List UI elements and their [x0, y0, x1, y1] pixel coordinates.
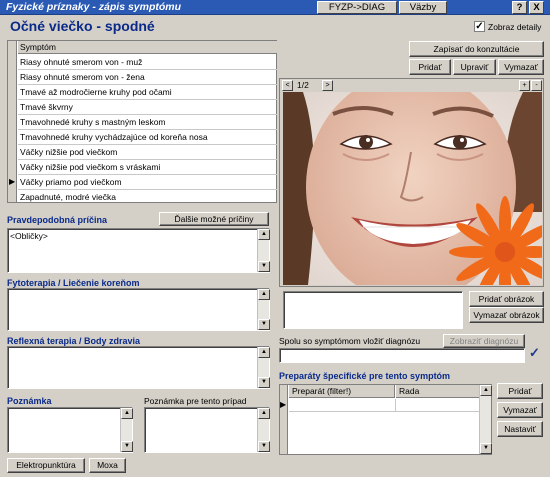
table-row[interactable]: Tmavohnedé kruhy vychádzajúce od koreňa …	[18, 130, 277, 145]
show-diagnosis-button[interactable]: Zobraziť diagnózu	[443, 334, 525, 348]
reflex-therapy-field[interactable]: ▲ ▼	[7, 346, 270, 389]
column-divider	[395, 399, 396, 412]
row-pointer-icon: ▶	[9, 177, 16, 186]
scroll-up-icon[interactable]: ▲	[121, 408, 133, 419]
write-to-consultation-button[interactable]: Zapísať do konzultácie	[409, 41, 544, 57]
zoom-out-button[interactable]: -	[531, 80, 542, 91]
window-title: Fyzické príznaky - zápis symptómu	[6, 1, 182, 13]
note-field[interactable]: ▲ ▼	[7, 407, 133, 453]
scroll-down-icon[interactable]: ▼	[258, 319, 270, 330]
scrollbar[interactable]: ▲ ▼	[257, 289, 270, 330]
elektropunktura-button[interactable]: Elektropunktúra	[7, 458, 85, 473]
table-row[interactable]: Váčky nižšie pod viečkom	[18, 145, 277, 160]
table-row[interactable]: Riasy ohnuté smerom von - žena	[18, 70, 277, 85]
preparat-column-header[interactable]: Preparát (filter!)	[289, 385, 395, 398]
probable-cause-field[interactable]: <Obličky> ▲ ▼	[7, 228, 270, 273]
table-row[interactable]	[289, 399, 479, 412]
more-causes-button[interactable]: Ďalšie možné príčiny	[159, 212, 269, 226]
scroll-up-icon[interactable]: ▲	[480, 385, 492, 396]
diagnosis-field[interactable]	[279, 348, 525, 363]
add-preparation-button[interactable]: Pridať	[497, 383, 543, 399]
case-note-field[interactable]: ▲ ▼	[144, 407, 270, 453]
table-row[interactable]: Zapadnuté, modré viečka	[18, 190, 277, 205]
table-row[interactable]: Tmavohnedé kruhy s mastným leskom	[18, 115, 277, 130]
edit-button[interactable]: Upraviť	[453, 59, 496, 75]
scroll-up-icon[interactable]: ▲	[258, 347, 270, 358]
scrollbar[interactable]: ▲ ▼	[257, 408, 270, 452]
scroll-up-icon[interactable]: ▲	[258, 289, 270, 300]
note-label: Poznámka	[7, 396, 52, 406]
delete-button[interactable]: Vymazať	[498, 59, 544, 75]
rada-column-header[interactable]: Rada	[396, 385, 479, 398]
show-details-label: Zobraz detaily	[488, 22, 542, 32]
delete-preparation-button[interactable]: Vymazať	[497, 402, 543, 418]
scrollbar[interactable]: ▲ ▼	[479, 385, 492, 454]
case-note-label: Poznámka pre tento prípad	[144, 396, 247, 406]
table-row[interactable]: Tmavé až modročierne kruhy pod očami	[18, 85, 277, 100]
scroll-down-icon[interactable]: ▼	[258, 441, 270, 452]
photo-description-field[interactable]	[283, 291, 463, 329]
show-details-checkbox[interactable]: ✓	[474, 21, 485, 32]
scrollbar[interactable]: ▲ ▼	[257, 229, 270, 272]
fyzp-diag-button[interactable]: FYZP->DIAG	[317, 1, 397, 14]
delete-image-button[interactable]: Vymazať obrázok	[469, 307, 544, 323]
scroll-up-icon[interactable]: ▲	[258, 229, 270, 240]
diagnosis-label: Spolu so symptómom vložiť diagnózu	[279, 336, 421, 346]
help-button[interactable]: ?	[512, 1, 527, 14]
preparations-grid[interactable]: Preparát (filter!) Rada ▶ ▲ ▼	[279, 384, 492, 455]
probable-cause-label: Pravdepodobná príčina	[7, 215, 108, 225]
scroll-down-icon[interactable]: ▼	[480, 443, 492, 454]
scroll-down-icon[interactable]: ▼	[258, 377, 270, 388]
scroll-up-icon[interactable]: ▲	[258, 408, 270, 419]
table-row-selected[interactable]: Váčky priamo pod viečkom	[18, 175, 277, 190]
photo-nav-bar: < 1/2 > + -	[280, 79, 543, 91]
row-pointer-icon: ▶	[280, 400, 287, 409]
probable-cause-value: <Obličky>	[10, 231, 48, 241]
photo-panel: < 1/2 > + -	[279, 78, 544, 287]
vazby-button[interactable]: Väzby	[399, 1, 447, 14]
symptoms-grid[interactable]: Symptóm Riasy ohnuté smerom von - muž Ri…	[7, 40, 277, 203]
grid-row-header	[280, 385, 288, 454]
phytotherapy-field[interactable]: ▲ ▼	[7, 288, 270, 331]
page-title: Očné viečko - spodné	[10, 18, 155, 34]
add-image-button[interactable]: Pridať obrázok	[469, 291, 544, 307]
preparations-label: Preparáty špecifické pre tento symptóm	[279, 371, 451, 381]
scroll-down-icon[interactable]: ▼	[121, 441, 133, 452]
scroll-down-icon[interactable]: ▼	[258, 261, 270, 272]
table-row[interactable]: Váčky nižšie pod viečkom s vráskami	[18, 160, 277, 175]
zoom-in-button[interactable]: +	[519, 80, 530, 91]
moxa-button[interactable]: Moxa	[89, 458, 126, 473]
table-row[interactable]: Riasy ohnuté smerom von - muž	[18, 55, 277, 70]
symptom-photo	[283, 92, 542, 285]
photo-counter: 1/2	[297, 80, 309, 90]
smiling-woman-photo-icon	[283, 92, 542, 285]
add-button[interactable]: Pridať	[409, 59, 451, 75]
scrollbar[interactable]: ▲ ▼	[257, 347, 270, 388]
set-preparation-button[interactable]: Nastaviť	[497, 421, 543, 437]
diagnosis-check-icon[interactable]: ✓	[529, 346, 543, 360]
reflex-therapy-label: Reflexná terapia / Body zdravia	[7, 336, 141, 346]
scrollbar[interactable]: ▲ ▼	[120, 408, 133, 452]
symptom-column-header[interactable]: Symptóm	[18, 41, 277, 54]
prev-photo-button[interactable]: <	[282, 80, 293, 91]
table-row[interactable]: Tmavé škvrny	[18, 100, 277, 115]
next-photo-button[interactable]: >	[322, 80, 333, 91]
phytotherapy-label: Fytoterapia / Liečenie koreňom	[7, 278, 140, 288]
close-button[interactable]: X	[529, 1, 544, 14]
checkmark-icon: ✓	[475, 21, 484, 32]
